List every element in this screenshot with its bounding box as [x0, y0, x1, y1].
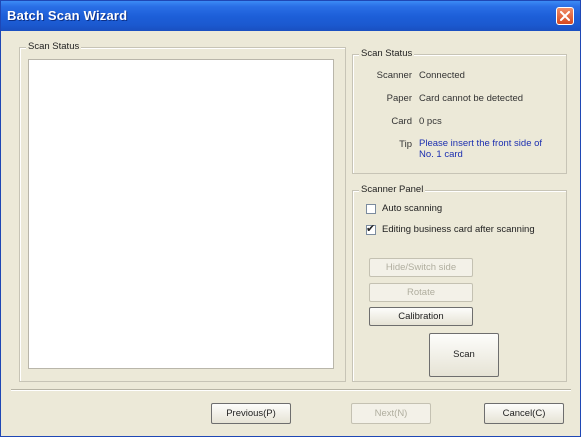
- window-title: Batch Scan Wizard: [7, 8, 128, 23]
- scan-log-area[interactable]: [28, 59, 334, 369]
- previous-button[interactable]: Previous(P): [211, 403, 291, 424]
- editing-after-scan-label[interactable]: Editing business card after scanning: [382, 224, 535, 235]
- tip-label: Tip: [399, 139, 412, 150]
- close-icon: [560, 11, 570, 21]
- cancel-button[interactable]: Cancel(C): [484, 403, 564, 424]
- batch-scan-wizard-window: Batch Scan Wizard Scan Status Scan Statu…: [0, 0, 581, 437]
- editing-after-scan-checkbox[interactable]: ✔: [366, 223, 376, 235]
- auto-scanning-label[interactable]: Auto scanning: [382, 203, 442, 214]
- card-label: Card: [391, 116, 412, 127]
- switch-side-button[interactable]: Hide/Switch side: [369, 258, 473, 277]
- scan-button[interactable]: Scan: [429, 333, 499, 377]
- close-button[interactable]: [556, 7, 574, 25]
- next-button[interactable]: Next(N): [351, 403, 431, 424]
- tip-line-1: Please insert the front side of: [419, 138, 543, 149]
- rotate-button[interactable]: Rotate: [369, 283, 473, 302]
- auto-scanning-checkbox[interactable]: [366, 204, 376, 214]
- scan-status-legend: Scan Status: [359, 48, 415, 60]
- scanner-label: Scanner: [376, 70, 412, 81]
- scan-log-legend: Scan Status: [26, 41, 82, 53]
- tip-line-2: No. 1 card: [419, 149, 463, 160]
- calibration-button[interactable]: Calibration: [369, 307, 473, 326]
- title-bar[interactable]: Batch Scan Wizard: [1, 1, 580, 31]
- paper-value: Card cannot be detected: [419, 93, 524, 104]
- scanner-panel-legend: Scanner Panel: [359, 184, 426, 196]
- footer-separator: [11, 389, 571, 391]
- check-icon: ✔: [366, 223, 376, 235]
- paper-label: Paper: [386, 93, 412, 104]
- card-value: 0 pcs: [419, 116, 442, 127]
- scanner-value: Connected: [419, 70, 465, 81]
